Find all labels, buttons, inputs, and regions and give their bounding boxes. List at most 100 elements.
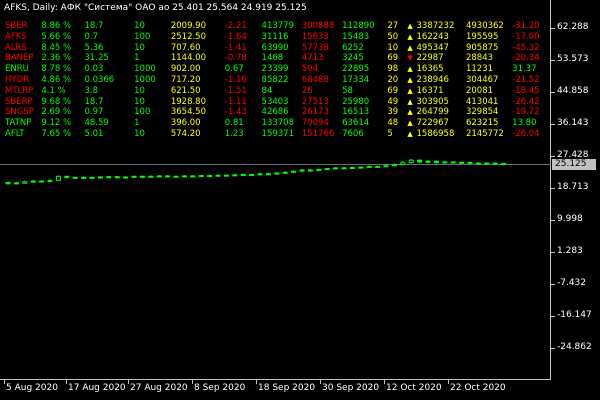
arrow-up-icon: ▲ [407,108,413,117]
ticker-n: 98 [387,64,399,75]
candle [97,175,103,179]
ticker-a: 3387232 [416,21,455,31]
ticker-b: 195595 [465,31,499,42]
ticker-row: HYDR 4.86 % 0.0366 1000 717.20 -1.16 85822 6848… [5,75,550,86]
ticker-chg: 0.81 [224,118,244,129]
time-axis-label: 17 Aug 2020 [68,383,126,393]
ticker-row: SBER 8.86 % 18.7 10 2009.90 -2.21 413779 300888… [5,21,550,32]
ticker-c4: 10 [134,128,145,139]
candle [139,175,145,178]
candle [232,174,238,177]
candle [358,166,364,169]
candle [484,162,490,165]
ticker-v3: 22895 [342,64,370,75]
ticker-chg: 0.67 [224,64,244,75]
candle [30,179,36,183]
ticker-b: 28843 [465,53,494,64]
candle [81,176,87,179]
time-axis-tick [448,380,449,384]
ticker-row: AFKS 5.66 % 0.7 100 2512.50 -1.64 31116 15633 15… [5,32,550,43]
candle [240,173,246,176]
ticker-pct: 9.68 % [41,96,72,107]
ticker-n: 69 [387,85,399,96]
ticker-row: AFLT 7.65 % 5.01 10 574.20 1.23 159371 151766 76… [5,129,550,140]
ticker-b: 329854 [465,107,499,118]
chart-title: AFKS, Daily: АФК "Система" ОАО ао 25.401… [4,3,307,13]
time-axis-tick [66,380,67,384]
price-axis-label: 36.143 [557,118,589,128]
candle [282,171,288,174]
ticker-b: 413041 [465,96,499,107]
candle [207,174,213,178]
time-axis-label: 8 Sep 2020 [194,383,246,393]
candle [274,172,280,175]
candle [391,163,397,167]
candle [299,168,305,172]
candle [442,161,448,164]
price-axis-label: -7.432 [557,278,587,288]
candle [198,174,204,178]
ticker-vol: 413779 [261,21,294,31]
ticker-v2: 151766 [301,128,335,139]
ticker-n: 5 [387,128,393,139]
ticker-sym: SBERP [5,96,33,107]
ticker-last: 13.80 [512,118,537,129]
candle [408,159,414,164]
price-axis-tick [551,252,555,253]
price-axis-tick [551,220,555,221]
candle [13,181,19,185]
ticker-chg: -2.21 [224,21,247,31]
price-axis-label: 1.283 [557,246,583,256]
ticker-sym: BANEP [5,53,34,64]
candle [333,167,339,170]
candle [257,172,263,176]
candle [5,181,11,185]
ticker-c4: 10 [134,85,145,96]
ticker-price: 574.20 [170,128,201,139]
price-axis-label: 18.713 [557,182,589,192]
ticker-c4: 100 [134,107,151,118]
ticker-pct: 2.69 % [41,107,72,118]
price-axis-tick [551,28,555,29]
ticker-pct: 8.86 % [41,21,72,31]
time-axis-label: 30 Sep 2020 [322,383,380,393]
arrow-up-icon: ▲ [407,97,413,106]
arrow-up-icon: ▲ [407,86,413,95]
ticker-v2: 4713 [301,53,324,64]
ticker-a: 722967 [416,118,449,129]
ticker-sym: TATNP [5,118,32,129]
ticker-vol: 159371 [261,128,294,139]
time-axis-tick [128,380,129,384]
ticker-n: 27 [387,21,399,31]
candle [55,175,61,181]
ticker-c3: 18.7 [84,96,104,107]
ticker-b: 623215 [465,118,499,129]
ticker-price: 2512.50 [170,31,206,42]
time-axis-label: 5 Aug 2020 [6,383,58,393]
ticker-row: ALRS 8.45 % 5.36 10 707.60 -1.41 63990 57738 625… [5,43,550,54]
ticker-v2: 26173 [301,107,329,118]
ticker-table: SBER 8.86 % 18.7 10 2009.90 -2.21 413779 300888… [5,21,550,140]
time-axis-tick [256,380,257,384]
ticker-pct: 4.86 % [41,74,72,85]
time-axis[interactable]: 5 Aug 2020 17 Aug 2020 27 Aug 2020 8 Sep 20… [0,380,551,400]
ticker-sym: SNGSP [5,107,34,118]
candle [383,164,389,168]
candle [400,160,406,166]
ticker-c4: 10 [134,21,145,31]
ticker-pct: 2.36 % [41,53,72,64]
ticker-price: 902.00 [170,64,201,75]
chart-area[interactable]: AFKS, Daily: АФК "Система" ОАО ао 25.401… [0,0,551,380]
ticker-a: 162243 [416,31,449,42]
time-axis-tick [192,380,193,384]
ticker-c4: 10 [134,42,145,53]
price-axis[interactable]: 62.288 53.573 44.858 36.143 27.428 18.713 9.99… [551,0,600,380]
ticker-a: 303905 [416,96,449,107]
ticker-pct: 5.66 % [41,31,72,42]
candle [223,174,229,177]
ticker-chg: -1.64 [224,31,247,42]
candle [173,175,179,178]
ticker-price: 1928.80 [170,96,206,107]
ticker-b: 905875 [465,42,499,53]
ticker-a: 16371 [416,85,444,96]
